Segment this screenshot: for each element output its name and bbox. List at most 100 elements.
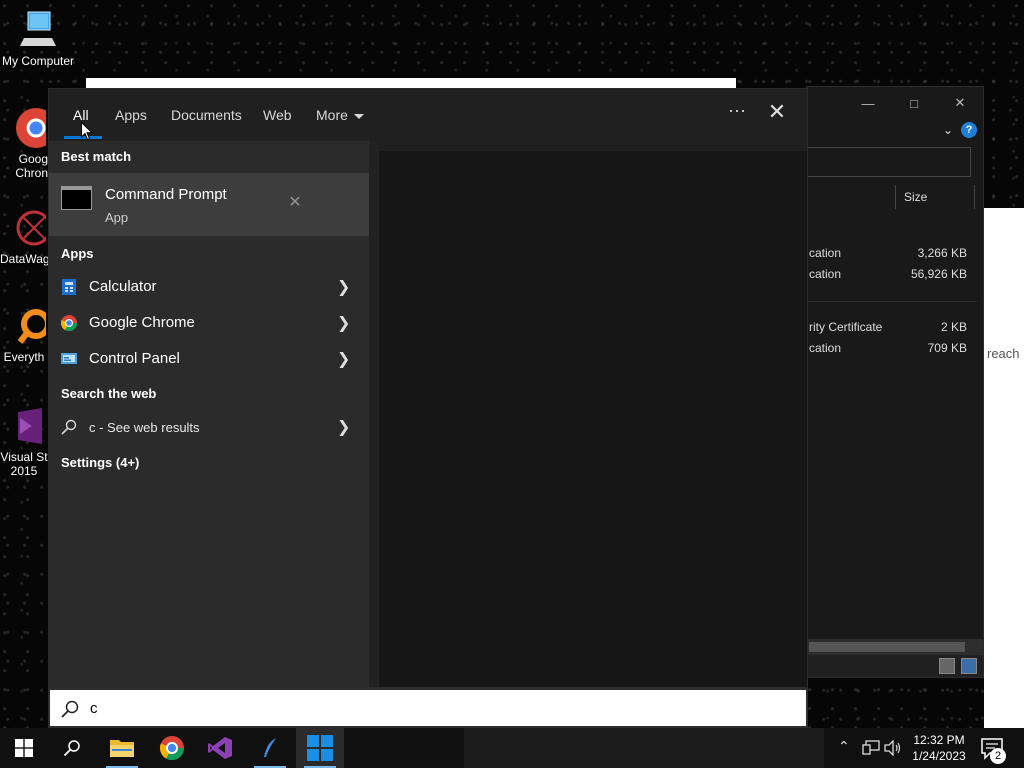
background-window-sliver: reach: [984, 208, 1024, 728]
windows-tiles-icon: [307, 735, 333, 761]
chevron-right-icon[interactable]: ❯: [337, 277, 350, 297]
search-panel: All Apps Documents Web More ··· ✕ Best m…: [48, 88, 808, 688]
desktop-icon-datawagon[interactable]: DataWag: [0, 206, 50, 266]
desktop-icon-my-computer[interactable]: My Computer: [0, 8, 76, 68]
file-row[interactable]: cation 56,926 KB: [807, 267, 977, 287]
tab-web[interactable]: Web: [263, 107, 292, 123]
file-row[interactable]: cation 709 KB: [807, 341, 977, 361]
apps-header: Apps: [61, 246, 94, 261]
datawagon-icon: [16, 210, 46, 246]
visual-studio-icon: [18, 408, 42, 444]
chevron-right-icon[interactable]: ❯: [337, 313, 350, 333]
file-row[interactable]: cation 3,266 KB: [807, 246, 977, 266]
settings-header[interactable]: Settings (4+): [61, 455, 139, 470]
result-google-chrome[interactable]: Google Chrome ❯: [49, 305, 369, 341]
file-type: cation: [809, 341, 842, 355]
result-calculator[interactable]: Calculator ❯: [49, 269, 369, 305]
close-icon[interactable]: ✕: [937, 88, 983, 118]
taskbar-clock[interactable]: 12:32 PM 1/24/2023: [906, 732, 972, 764]
taskbar-window-switcher[interactable]: [296, 728, 344, 768]
desktop-icon-chrome[interactable]: Goog Chron: [0, 106, 48, 180]
details-view-icon[interactable]: [939, 658, 955, 674]
folder-icon: [110, 740, 134, 757]
chevron-down-icon[interactable]: ⌄: [943, 123, 953, 137]
search-web-header: Search the web: [61, 386, 157, 401]
result-web-search[interactable]: c - See web results ❯: [49, 409, 369, 445]
chrome-icon: [160, 736, 184, 760]
desktop-icon-visual-studio[interactable]: Visual St 2015: [0, 404, 48, 478]
explorer-address-bar[interactable]: [807, 147, 971, 177]
taskbar-pen-app[interactable]: [246, 728, 294, 768]
command-prompt-icon: [61, 186, 92, 210]
tab-apps[interactable]: Apps: [115, 107, 147, 123]
file-size: 709 KB: [927, 341, 967, 355]
column-header-size[interactable]: Size: [895, 185, 975, 209]
mouse-pointer-icon: [81, 122, 93, 141]
maximize-icon[interactable]: □: [891, 88, 937, 118]
best-match-title: Command Prompt: [105, 186, 227, 203]
control-panel-icon: [61, 353, 77, 364]
horizontal-scrollbar[interactable]: [807, 639, 983, 655]
clock-time: 12:32 PM: [913, 733, 965, 747]
background-window-edge: [86, 78, 736, 88]
feather-pen-icon: [264, 738, 276, 757]
tab-more[interactable]: More: [316, 107, 364, 123]
chevron-right-icon[interactable]: ❯: [337, 417, 350, 437]
result-control-panel[interactable]: Control Panel ❯: [49, 341, 369, 377]
desktop-icon-label: My Computer: [1, 54, 75, 68]
taskbar-empty-area: [464, 728, 824, 768]
tab-all[interactable]: All: [73, 107, 89, 123]
explorer-caption-bar: — □ ✕: [807, 87, 983, 119]
chrome-icon: [61, 315, 77, 331]
result-name: Control Panel: [89, 350, 180, 367]
file-explorer-window: — □ ✕ ⌄ ? Size cation 3,266 KB cation 56…: [806, 86, 984, 678]
taskbar-search-button[interactable]: [48, 728, 96, 768]
sliver-text: reach: [987, 346, 1020, 361]
chrome-icon: [16, 108, 46, 148]
search-icon: [63, 740, 80, 757]
dismiss-icon[interactable]: ✕: [287, 195, 303, 211]
results-list: Best match Command Prompt App ✕ Apps Cal…: [49, 141, 369, 687]
file-type: cation: [809, 246, 842, 260]
caret-down-icon: [353, 113, 364, 119]
minimize-icon[interactable]: —: [845, 88, 891, 118]
panel-divider: [369, 141, 379, 687]
taskbar-file-explorer[interactable]: [98, 728, 146, 768]
explorer-ribbon-row: ⌄ ?: [807, 119, 983, 141]
desktop-icon-everything[interactable]: Everyth: [0, 304, 48, 364]
search-query: c: [90, 700, 98, 717]
taskbar: ⌃ 12:32 PM 1/24/2023: [0, 728, 1024, 768]
group-divider: [807, 301, 977, 302]
calculator-icon: [62, 279, 76, 295]
help-icon[interactable]: ?: [961, 122, 977, 138]
desktop-icon-label: Visual St 2015: [0, 450, 48, 478]
windows-logo-icon: [15, 739, 33, 757]
scrollbar-thumb[interactable]: [809, 642, 965, 652]
taskbar-chrome[interactable]: [148, 728, 196, 768]
search-icon: [61, 419, 77, 435]
file-size: 2 KB: [940, 320, 967, 334]
file-row[interactable]: rity Certificate 2 KB: [807, 320, 977, 340]
close-icon[interactable]: ✕: [765, 101, 789, 125]
file-type: cation: [809, 267, 842, 281]
chevron-up-icon[interactable]: ⌃: [838, 738, 850, 755]
large-icons-view-icon[interactable]: [961, 658, 977, 674]
result-name: Calculator: [89, 278, 157, 295]
volume-icon[interactable]: [884, 740, 902, 756]
taskbar-visual-studio[interactable]: [196, 728, 244, 768]
computer-icon: [20, 11, 56, 46]
best-match-subtitle: App: [105, 210, 129, 225]
best-match-command-prompt[interactable]: Command Prompt App ✕: [49, 173, 369, 236]
start-button[interactable]: [0, 728, 48, 768]
chevron-right-icon[interactable]: ❯: [337, 349, 350, 369]
search-input[interactable]: c: [48, 688, 808, 728]
clock-date: 1/24/2023: [912, 749, 966, 763]
desktop-icon-label: DataWag: [0, 252, 50, 266]
tab-documents[interactable]: Documents: [171, 107, 242, 123]
desktop-icon-label: Goog Chron: [15, 152, 48, 180]
result-name: Google Chrome: [89, 314, 195, 331]
visual-studio-icon: [208, 737, 232, 759]
desktop-icon-label: Everyth: [3, 350, 45, 364]
network-icon[interactable]: [862, 740, 880, 756]
more-options-icon[interactable]: ···: [725, 101, 749, 125]
